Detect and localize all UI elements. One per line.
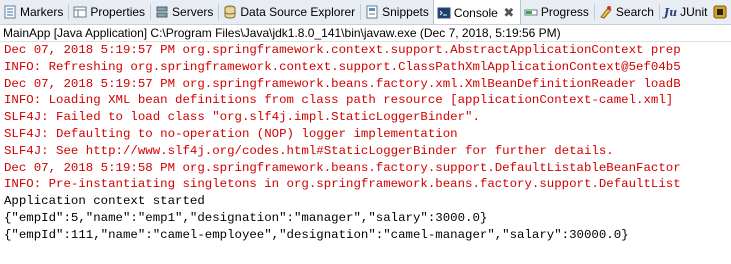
tab-label: Servers: [172, 5, 214, 19]
tab-label: Console: [453, 5, 498, 20]
console-output[interactable]: Dec 07, 2018 5:19:57 PM org.springframew…: [0, 42, 731, 264]
tab-label: Progress: [540, 5, 589, 19]
tab-label: Search: [615, 5, 654, 19]
tab-label: Properties: [90, 5, 146, 19]
tab-junit[interactable]: Ju JUnit: [661, 0, 712, 24]
tab-separator: [360, 4, 362, 20]
data-source-explorer-icon: [223, 5, 237, 19]
console-icon: [437, 6, 451, 20]
view-tab-bar: Markers Properties Servers Data Source E…: [0, 0, 731, 25]
tab-separator: [658, 4, 660, 20]
console-title: MainApp [Java Application] C:\Program Fi…: [0, 25, 731, 42]
console-line: INFO: Refreshing org.springframework.con…: [4, 59, 681, 74]
close-icon[interactable]: ✖: [502, 5, 516, 20]
tab-servers[interactable]: Servers: [152, 0, 217, 24]
tab-separator: [593, 4, 595, 20]
console-line: SLF4J: Defaulting to no-operation (NOP) …: [4, 126, 458, 141]
snippets-icon: [365, 5, 379, 19]
console-line: Dec 07, 2018 5:19:57 PM org.springframew…: [4, 76, 681, 91]
overflow-icon: [713, 5, 727, 19]
servers-icon: [155, 5, 169, 19]
console-line: {"empId":111,"name":"camel-employee","de…: [4, 227, 629, 242]
tab-label: Snippets: [382, 5, 429, 19]
tab-properties[interactable]: Properties: [70, 0, 149, 24]
console-line: Dec 07, 2018 5:19:57 PM org.springframew…: [4, 43, 681, 57]
tab-data-source-explorer[interactable]: Data Source Explorer: [220, 0, 359, 24]
console-line: Dec 07, 2018 5:19:58 PM org.springframew…: [4, 160, 681, 175]
tab-label: Data Source Explorer: [240, 5, 356, 19]
tab-separator: [218, 4, 220, 20]
progress-icon: [524, 5, 538, 19]
tab-label: JUnit: [680, 5, 708, 19]
console-line: {"empId":5,"name":"emp1","designation":"…: [4, 210, 488, 225]
tab-separator: [68, 4, 70, 20]
search-icon: [599, 5, 613, 19]
tab-progress[interactable]: Progress: [521, 0, 593, 24]
console-line: Application context started: [4, 194, 205, 209]
console-line: SLF4J: See http://www.slf4j.org/codes.ht…: [4, 143, 614, 158]
tab-snippets[interactable]: Snippets: [362, 0, 433, 24]
tab-label: Markers: [20, 5, 64, 19]
properties-icon: [73, 5, 87, 19]
tab-search[interactable]: Search: [596, 0, 658, 24]
markers-icon: [3, 5, 17, 19]
junit-icon: Ju: [663, 5, 678, 19]
console-line: SLF4J: Failed to load class "org.slf4j.i…: [4, 110, 480, 125]
console-line: INFO: Loading XML bean definitions from …: [4, 93, 674, 108]
tab-separator: [150, 4, 152, 20]
console-line: INFO: Pre-instantiating singletons in or…: [4, 177, 681, 192]
tab-console[interactable]: Console ✖: [432, 0, 521, 24]
tab-markers[interactable]: Markers: [0, 0, 67, 24]
tab-overflow[interactable]: [711, 0, 731, 24]
